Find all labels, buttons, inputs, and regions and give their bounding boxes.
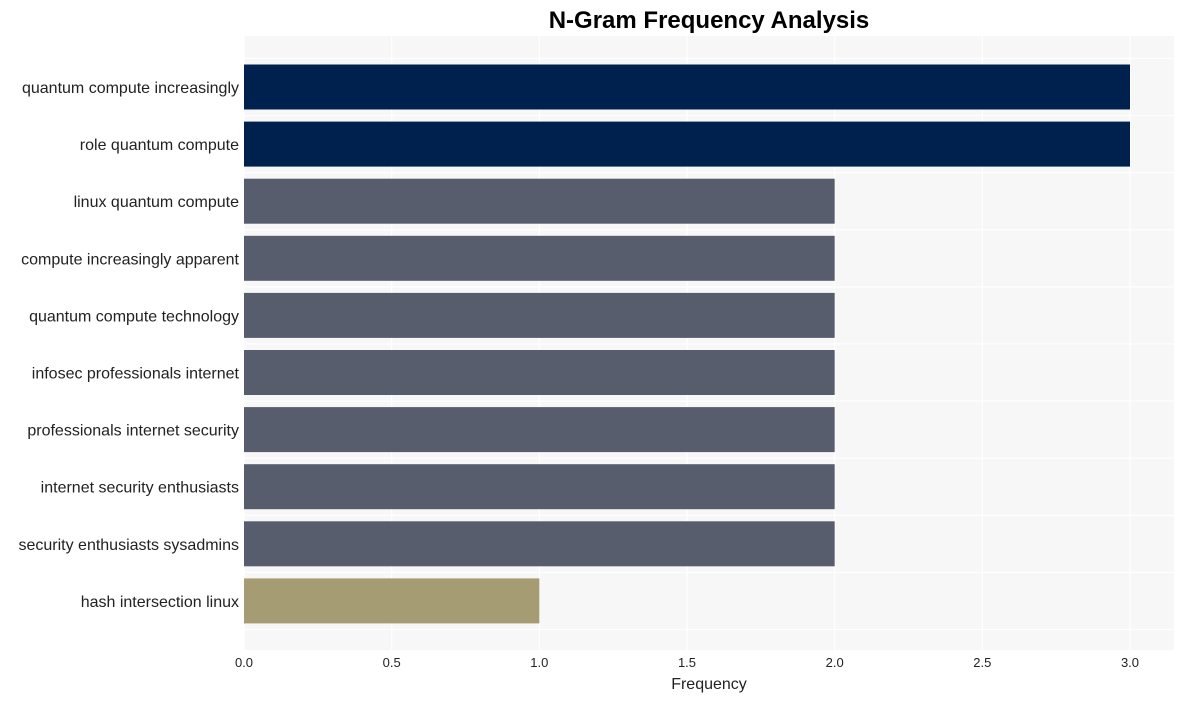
x-tick-label: 0.0 [235,655,253,670]
x-axis-ticks: 0.0 0.5 1.0 1.5 2.0 2.5 3.0 [235,655,1139,670]
y-tick-label: compute increasingly apparent [21,251,239,268]
x-axis-label: Frequency [671,676,747,693]
y-tick-label: quantum compute technology [29,308,239,325]
y-axis-labels: quantum compute increasingly role quantum… [18,80,239,611]
bar [244,350,835,395]
x-tick-label: 0.5 [383,655,401,670]
bar [244,235,835,281]
bar [244,521,835,567]
chart-title: N-Gram Frequency Analysis [549,7,870,34]
y-tick-label: hash intersection linux [81,594,239,611]
y-tick-label: role quantum compute [80,137,239,154]
x-tick-label: 1.5 [678,655,696,670]
y-tick-label: internet security enthusiasts [41,480,239,497]
x-tick-label: 2.0 [826,655,844,670]
bar [244,407,835,453]
bar [244,64,1130,110]
y-tick-label: security enthusiasts sysadmins [18,537,239,554]
x-tick-label: 1.0 [530,655,548,670]
bar [244,121,1130,167]
ngram-bar-chart: quantum compute increasingly role quantum… [18,7,1174,693]
y-tick-label: quantum compute increasingly [22,80,239,97]
y-tick-label: professionals internet security [27,423,239,440]
x-tick-label: 2.5 [973,655,991,670]
bar [244,578,540,624]
bar [244,464,835,510]
bar [244,178,835,224]
x-tick-label: 3.0 [1121,655,1139,670]
bar [244,292,835,338]
y-tick-label: infosec professionals internet [32,366,240,383]
y-tick-label: linux quantum compute [74,194,240,211]
